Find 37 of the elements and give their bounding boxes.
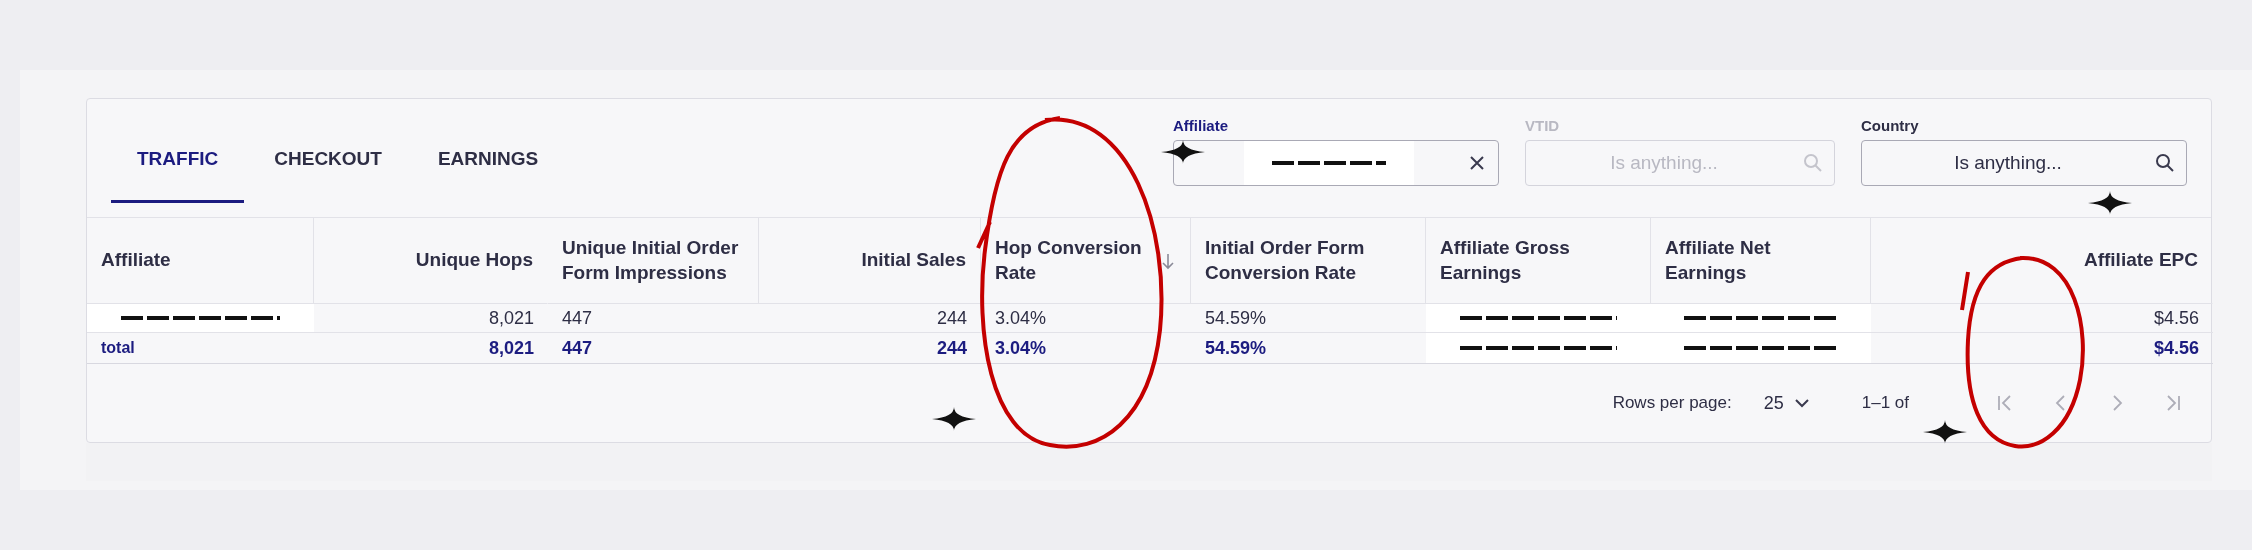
total-cell: 3.04% bbox=[995, 337, 1047, 359]
arrow-down-icon[interactable] bbox=[1160, 251, 1176, 270]
column-header[interactable]: Affiliate Net Earnings bbox=[1665, 235, 1856, 286]
tab[interactable]: CHECKOUT bbox=[248, 148, 408, 203]
tab[interactable]: TRAFFIC bbox=[111, 148, 245, 203]
column-header[interactable]: Initial Order Form Conversion Rate bbox=[1205, 235, 1411, 286]
column-header[interactable]: Initial Sales bbox=[861, 248, 966, 273]
table-cell: $4.56 bbox=[2153, 307, 2199, 329]
total-cell: 54.59% bbox=[1205, 337, 1267, 359]
rows-per-page-label: Rows per page: bbox=[1612, 393, 1732, 413]
filter-label: VTID bbox=[1525, 117, 1561, 134]
chevron-down-icon bbox=[1793, 397, 1810, 409]
table-cell: 447 bbox=[562, 307, 593, 329]
total-cell: $4.56 bbox=[2153, 337, 2199, 359]
table-cell: 244 bbox=[936, 307, 967, 329]
column-header[interactable]: Unique Initial Order Form Impressions bbox=[562, 235, 744, 286]
total-cell: 244 bbox=[936, 337, 967, 359]
filter-field[interactable] bbox=[1173, 140, 1499, 186]
filter-label: Country bbox=[1861, 117, 1920, 134]
table-cell: 54.59% bbox=[1205, 307, 1267, 329]
page-range: 1–1 of bbox=[1861, 393, 1909, 413]
filter-label: Affiliate bbox=[1173, 117, 1229, 134]
rows-per-page-select[interactable]: 25 bbox=[1757, 391, 1816, 415]
filter-field[interactable]: Is anything... bbox=[1861, 140, 2187, 186]
column-header[interactable]: Unique Hops bbox=[415, 248, 533, 273]
table-cell: 8,021 bbox=[488, 307, 534, 329]
total-cell: total bbox=[101, 339, 135, 357]
column-header[interactable]: Affiliate EPC bbox=[2083, 248, 2198, 273]
tab[interactable]: EARNINGS bbox=[411, 148, 565, 203]
column-header[interactable]: Affiliate Gross Earnings bbox=[1440, 235, 1636, 286]
column-header[interactable]: Hop Conversion Rate bbox=[995, 235, 1152, 286]
search-icon[interactable] bbox=[2154, 152, 2176, 174]
total-cell: 8,021 bbox=[488, 337, 534, 359]
table-cell: 3.04% bbox=[995, 307, 1047, 329]
column-header[interactable]: Affiliate bbox=[101, 248, 299, 273]
total-cell: 447 bbox=[562, 337, 593, 359]
filter-input[interactable]: Is anything... bbox=[1862, 151, 2154, 175]
